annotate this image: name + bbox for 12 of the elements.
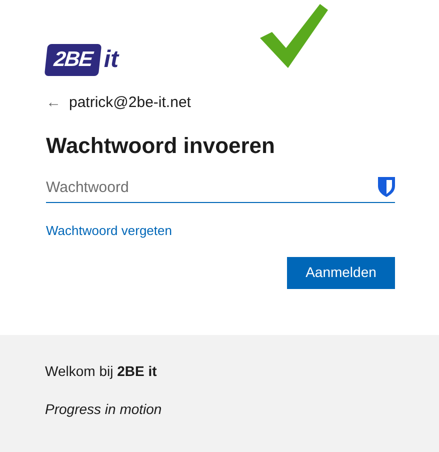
- forgot-password-link[interactable]: Wachtwoord vergeten: [46, 220, 172, 240]
- back-arrow[interactable]: ←: [46, 92, 61, 114]
- logo-badge: 2BE: [44, 44, 102, 76]
- logo-text: it: [104, 45, 119, 75]
- password-field[interactable]: Wachtwoord: [46, 173, 372, 201]
- page-heading: Wachtwoord invoeren: [46, 132, 276, 160]
- sign-in-button[interactable]: Aanmelden: [287, 256, 395, 288]
- welcome-text: Welkom bij 2BE it: [45, 362, 158, 381]
- shield-icon[interactable]: [378, 177, 395, 197]
- checkmark-icon: [258, 2, 330, 70]
- account-email: patrick@2be-it.net: [69, 93, 191, 114]
- tagline: Progress in motion: [45, 400, 163, 419]
